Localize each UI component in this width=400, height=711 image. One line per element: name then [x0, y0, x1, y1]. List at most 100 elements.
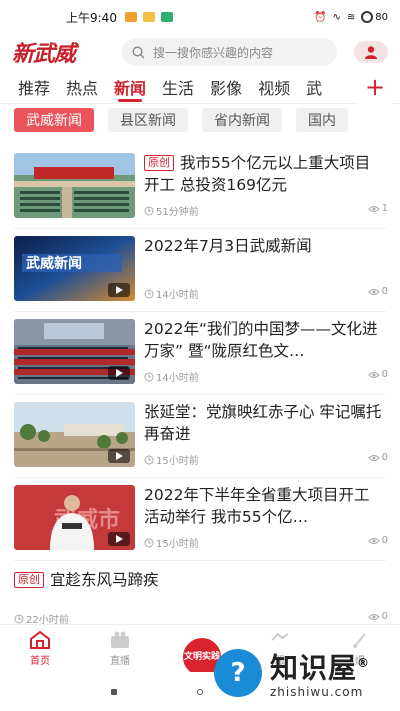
news-views-count: 0: [381, 286, 388, 297]
news-views-count: 0: [381, 369, 388, 380]
watermark-title: 知识屋®: [270, 647, 370, 684]
news-title: 原创 我市55个亿元以上重大项目开工 总投资169亿元: [144, 152, 384, 196]
news-item[interactable]: 原创 宜趁东风马蹄疾 22小时前 0: [14, 561, 388, 633]
news-time-text: 15小时前: [156, 539, 199, 550]
news-time: 14小时前: [144, 286, 199, 301]
nav-home-label: 首页: [30, 656, 50, 667]
news-views: 0: [367, 369, 388, 380]
eye-icon: [367, 613, 380, 620]
tab-recommend[interactable]: 推荐: [18, 70, 50, 104]
signal-icon: ∿: [332, 11, 341, 23]
news-views-count: 1: [381, 203, 388, 214]
search-placeholder: 搜一搜你感兴趣的内容: [153, 45, 274, 60]
subtab-wuwei-news[interactable]: 武威新闻: [14, 108, 94, 132]
news-title: 张延堂：党旗映红赤子心 牢记嘱托再奋进: [144, 403, 382, 443]
news-item[interactable]: 武威新闻 2022年7月3日武威新闻 14小时前 0: [14, 229, 388, 312]
news-item[interactable]: 武威市 2022年下半年全省重大项目开工活动举行 我市55个亿… 15小时前 0: [14, 478, 388, 561]
video-play-icon: [108, 449, 130, 463]
news-title: 2022年“我们的中国梦——文化进万家” 暨“陇原红色文…: [144, 320, 378, 360]
original-badge: 原创: [14, 572, 44, 588]
battery-icon: [361, 11, 374, 23]
notification-icon: [160, 12, 173, 22]
news-views-count: 0: [381, 452, 388, 463]
status-bar: 上午9:40 ⏰ ∿ ≋ 80: [0, 0, 400, 34]
user-icon: [365, 46, 377, 59]
search-bar[interactable]: 搜一搜你感兴趣的内容: [122, 38, 337, 66]
clock-icon: [144, 289, 154, 298]
eye-icon: [367, 454, 380, 461]
video-play-icon: [108, 366, 130, 380]
app-logo: 新武威: [12, 41, 76, 67]
nav-live[interactable]: 直播: [80, 625, 160, 672]
status-time: 上午9:40: [66, 10, 117, 25]
watermark-title-text: 知识屋: [270, 651, 358, 685]
tab-hot[interactable]: 热点: [66, 70, 98, 104]
user-profile-button[interactable]: [354, 41, 388, 63]
subtab-county-news[interactable]: 县区新闻: [108, 108, 188, 132]
app-header: 新武威 搜一搜你感兴趣的内容: [0, 34, 400, 70]
news-time: 15小时前: [144, 535, 199, 550]
clock-icon: [144, 538, 154, 547]
news-time-text: 51分钟前: [156, 207, 199, 218]
watermark-logo-icon: ?: [214, 649, 262, 697]
registered-mark: ®: [357, 656, 371, 671]
news-thumbnail: [14, 319, 135, 384]
video-play-icon: [108, 532, 130, 546]
subtab-province-news[interactable]: 省内新闻: [202, 108, 282, 132]
news-item[interactable]: 2022年“我们的中国梦——文化进万家” 暨“陇原红色文… 14小时前 0: [14, 312, 388, 395]
eye-icon: [367, 205, 380, 212]
news-thumbnail: [14, 402, 135, 467]
news-views: 0: [367, 535, 388, 546]
news-item[interactable]: 原创 我市55个亿元以上重大项目开工 总投资169亿元 51分钟前 1: [14, 146, 388, 229]
live-icon: [111, 631, 129, 648]
news-time-text: 15小时前: [156, 456, 199, 467]
nav-home[interactable]: 首页: [0, 625, 80, 672]
watermark: ? 知识屋® zhishiwu.com: [214, 640, 400, 706]
notification-icon: [142, 12, 155, 22]
add-channel-button[interactable]: +: [358, 70, 392, 104]
clock-icon: [144, 372, 154, 381]
news-time-text: 14小时前: [156, 290, 199, 301]
news-time: 15小时前: [144, 452, 199, 467]
clock-icon: [144, 455, 154, 464]
news-title-text: 我市55个亿元以上重大项目开工 总投资169亿元: [144, 154, 371, 194]
tab-wu[interactable]: 武: [306, 70, 322, 104]
news-views: 0: [367, 286, 388, 297]
clock-icon: [144, 206, 154, 215]
news-item[interactable]: 张延堂：党旗映红赤子心 牢记嘱托再奋进 15小时前 0: [14, 395, 388, 478]
news-title-text: 宜趁东风马蹄疾: [50, 571, 159, 589]
battery-level: 80: [375, 11, 388, 23]
subtab-domestic[interactable]: 国内: [296, 108, 348, 132]
wifi-icon: ≋: [346, 11, 356, 23]
tab-news[interactable]: 新闻: [114, 70, 146, 104]
tab-image[interactable]: 影像: [210, 70, 242, 104]
news-thumbnail: [14, 153, 135, 218]
tab-life[interactable]: 生活: [162, 70, 194, 104]
svg-text:武威新闻: 武威新闻: [26, 255, 82, 272]
nav-live-label: 直播: [110, 656, 130, 667]
eye-icon: [367, 537, 380, 544]
eye-icon: [367, 288, 380, 295]
news-title: 2022年下半年全省重大项目开工活动举行 我市55个亿…: [144, 486, 370, 526]
battery-indicator: 80: [361, 11, 388, 23]
news-title: 原创 宜趁东风马蹄疾: [14, 569, 374, 591]
original-badge: 原创: [144, 155, 174, 171]
news-list: 原创 我市55个亿元以上重大项目开工 总投资169亿元 51分钟前 1 武威新闻 …: [0, 146, 400, 633]
recent-apps-button[interactable]: [111, 688, 117, 695]
news-time: 51分钟前: [144, 203, 199, 218]
search-icon: [132, 45, 145, 58]
tab-video[interactable]: 视频: [258, 70, 290, 104]
clock-icon: [14, 614, 24, 623]
news-views-count: 0: [381, 535, 388, 546]
eye-icon: [367, 371, 380, 378]
home-system-button[interactable]: [197, 688, 203, 695]
news-views: 1: [367, 203, 388, 214]
news-title: 2022年7月3日武威新闻: [144, 237, 312, 255]
video-play-icon: [108, 283, 130, 297]
news-time: 14小时前: [144, 369, 199, 384]
status-icons: ⏰ ∿ ≋ 80: [314, 11, 388, 23]
news-views: 0: [367, 452, 388, 463]
news-time-text: 14小时前: [156, 373, 199, 384]
sub-tabs: 武威新闻 县区新闻 省内新闻 国内: [14, 108, 400, 138]
news-views: 0: [367, 611, 388, 622]
